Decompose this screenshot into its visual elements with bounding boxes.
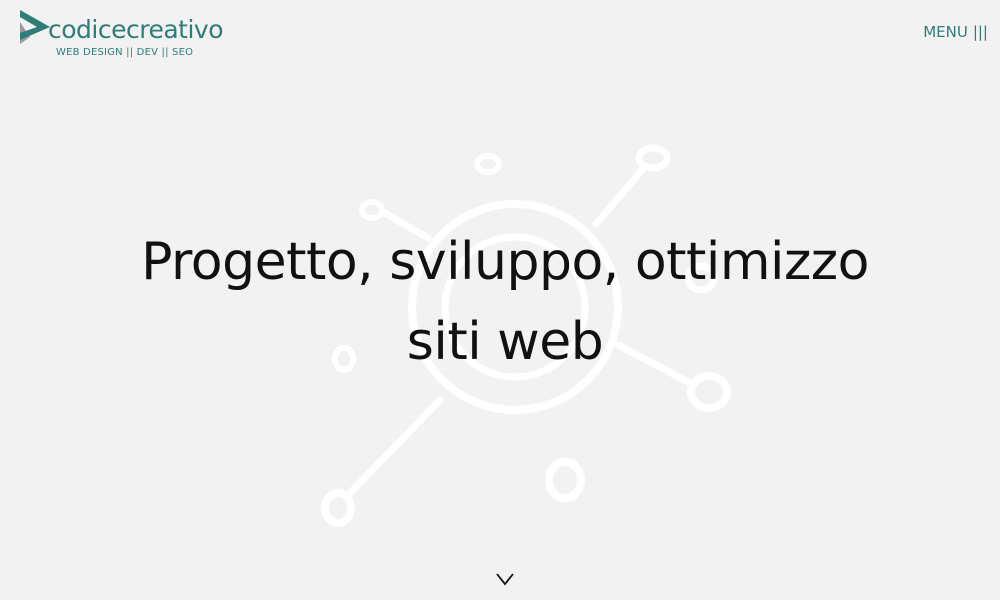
- hero-title: Progetto, sviluppo, ottimizzo siti web: [100, 222, 910, 382]
- hero-title-line-2: siti web: [406, 312, 604, 372]
- chevron-down-icon[interactable]: [494, 570, 516, 588]
- page: codicecreativo WEB DESIGN || DEV || SEO …: [0, 0, 1000, 600]
- hero-title-line-1: Progetto, sviluppo, ottimizzo: [141, 232, 869, 292]
